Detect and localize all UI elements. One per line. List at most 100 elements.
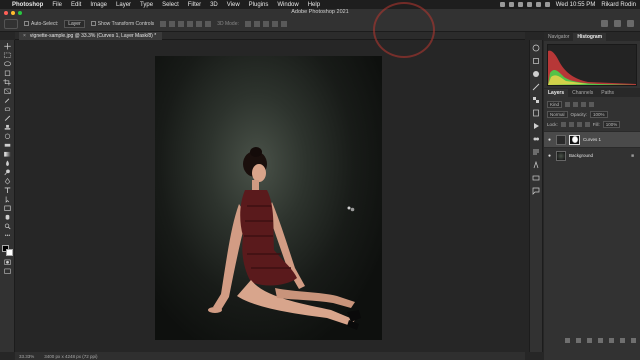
fill-input[interactable]: 100%: [602, 120, 621, 128]
pan-3d-icon[interactable]: [262, 20, 269, 27]
tab-histogram[interactable]: Histogram: [573, 33, 607, 41]
paragraph-panel-icon[interactable]: [532, 148, 540, 156]
document-info[interactable]: 3400 px x 4248 px (72 ppi): [44, 354, 97, 359]
menu-3d[interactable]: 3D: [210, 2, 218, 8]
timeline-panel-icon[interactable]: [532, 174, 540, 182]
slide-3d-icon[interactable]: [271, 20, 278, 27]
menubar-user[interactable]: Rikard Rodin: [601, 2, 636, 8]
zoom-level[interactable]: 33.33%: [19, 354, 34, 359]
layer-name[interactable]: Background: [569, 153, 593, 158]
move-tool-preset-icon[interactable]: [4, 18, 18, 29]
document-tab[interactable]: × vignette-sample.jpg @ 33.3% (Curves 1,…: [19, 32, 163, 40]
battery-icon[interactable]: [544, 2, 550, 7]
tab-navigator[interactable]: Navigator: [544, 33, 573, 41]
layer-row-background[interactable]: ● Background ■: [544, 147, 640, 163]
frame-tool-icon[interactable]: [3, 88, 12, 95]
status-app-icon[interactable]: [499, 2, 505, 7]
document-image[interactable]: [155, 56, 382, 340]
align-center-icon[interactable]: [169, 20, 176, 27]
libraries-panel-icon[interactable]: [532, 109, 540, 117]
screen-mode-icon[interactable]: [3, 268, 12, 275]
character-panel-icon[interactable]: [532, 161, 540, 169]
eraser-tool-icon[interactable]: [3, 142, 12, 149]
search-icon[interactable]: [601, 20, 608, 27]
path-selection-tool-icon[interactable]: [3, 196, 12, 203]
status-app-icon[interactable]: [517, 2, 523, 7]
filter-type-icon[interactable]: [581, 101, 587, 107]
menu-filter[interactable]: Filter: [188, 2, 201, 8]
orbit-3d-icon[interactable]: [244, 20, 251, 27]
quick-mask-icon[interactable]: [3, 259, 12, 266]
crop-tool-icon[interactable]: [2, 79, 12, 86]
scale-3d-icon[interactable]: [280, 20, 287, 27]
link-layers-icon[interactable]: [565, 337, 570, 343]
blend-mode-select[interactable]: Normal: [547, 110, 568, 118]
tab-paths[interactable]: Paths: [597, 89, 618, 97]
status-app-icon[interactable]: [526, 2, 532, 7]
status-app-icon[interactable]: [508, 2, 514, 7]
menu-help[interactable]: Help: [308, 2, 320, 8]
lock-image-icon[interactable]: [568, 121, 574, 127]
tab-channels[interactable]: Channels: [568, 89, 597, 97]
pen-tool-icon[interactable]: [3, 178, 12, 185]
share-icon[interactable]: [627, 20, 634, 27]
menu-plugins[interactable]: Plugins: [249, 2, 269, 8]
zoom-window-button[interactable]: [18, 10, 22, 15]
menu-window[interactable]: Window: [277, 2, 298, 8]
align-middle-icon[interactable]: [196, 20, 203, 27]
layer-name[interactable]: Curves 1: [583, 137, 601, 142]
lasso-tool-icon[interactable]: [3, 61, 12, 68]
lock-icon[interactable]: ■: [631, 153, 634, 159]
layer-kind-filter[interactable]: Kind: [547, 100, 563, 108]
type-tool-icon[interactable]: [3, 187, 12, 194]
menu-app-name[interactable]: Photoshop: [12, 2, 43, 8]
auto-select-checkbox[interactable]: Auto-Select:: [24, 21, 58, 27]
brush-tool-icon[interactable]: [3, 115, 12, 122]
transform-controls-checkbox[interactable]: Show Transform Controls: [90, 21, 154, 27]
lock-position-icon[interactable]: [576, 121, 582, 127]
history-brush-tool-icon[interactable]: [3, 133, 12, 140]
layer-style-icon[interactable]: [576, 337, 581, 343]
align-bottom-icon[interactable]: [205, 20, 212, 27]
background-color-swatch[interactable]: [5, 249, 13, 256]
menu-layer[interactable]: Layer: [116, 2, 131, 8]
lock-transparent-icon[interactable]: [560, 121, 566, 127]
add-mask-icon[interactable]: [587, 337, 592, 343]
move-tool-icon[interactable]: [3, 43, 12, 50]
wifi-icon[interactable]: [535, 2, 541, 7]
properties-panel-icon[interactable]: [532, 57, 540, 65]
align-top-icon[interactable]: [187, 20, 194, 27]
zoom-tool-icon[interactable]: [3, 223, 12, 230]
opacity-input[interactable]: 100%: [590, 110, 608, 118]
close-window-button[interactable]: [4, 10, 8, 15]
curves-adjustment-icon[interactable]: [556, 134, 566, 145]
clone-stamp-tool-icon[interactable]: [3, 124, 12, 131]
close-icon[interactable]: ×: [23, 32, 26, 40]
roll-3d-icon[interactable]: [253, 20, 260, 27]
new-layer-icon[interactable]: [620, 337, 625, 343]
history-panel-icon[interactable]: [532, 44, 540, 52]
filter-adjustment-icon[interactable]: [573, 101, 579, 107]
blur-tool-icon[interactable]: [3, 160, 12, 167]
adjustments-panel-icon[interactable]: [532, 70, 540, 78]
menu-file[interactable]: File: [52, 2, 62, 8]
new-adjustment-icon[interactable]: [598, 337, 603, 343]
delete-layer-icon[interactable]: [631, 337, 636, 343]
eye-icon[interactable]: ●: [546, 137, 553, 143]
minimize-window-button[interactable]: [11, 10, 15, 15]
comments-panel-icon[interactable]: [532, 187, 540, 195]
layer-row-curves[interactable]: ● Curves 1: [544, 131, 640, 147]
align-right-icon[interactable]: [178, 20, 185, 27]
canvas-area[interactable]: [15, 40, 525, 352]
menu-view[interactable]: View: [227, 2, 240, 8]
dodge-tool-icon[interactable]: [3, 169, 12, 176]
tab-layers[interactable]: Layers: [544, 89, 569, 97]
align-left-icon[interactable]: [160, 20, 167, 27]
color-swatches[interactable]: [1, 245, 13, 256]
menubar-clock[interactable]: Wed 10:55 PM: [556, 2, 596, 8]
more-tools-icon[interactable]: [3, 232, 12, 239]
menu-image[interactable]: Image: [90, 2, 107, 8]
background-thumbnail[interactable]: [556, 150, 566, 161]
workspace-icon[interactable]: [614, 20, 621, 27]
gradient-tool-icon[interactable]: [3, 151, 12, 158]
